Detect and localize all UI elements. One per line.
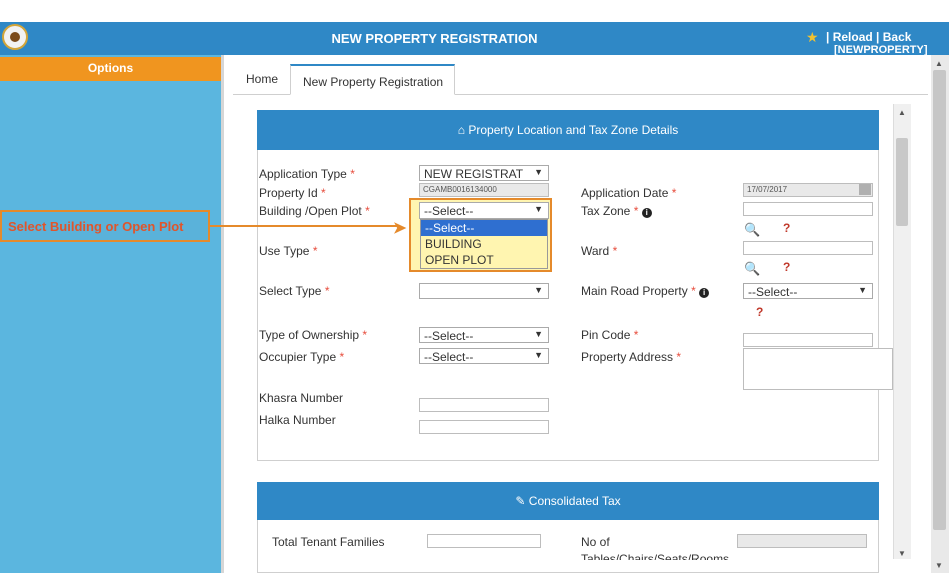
window-top-strip — [0, 0, 949, 22]
info-icon: i — [699, 288, 710, 298]
page-scroll-down-icon[interactable]: ▼ — [935, 561, 943, 570]
building-open-plot-options: --Select-- BUILDING OPEN PLOT — [420, 219, 548, 269]
chevron-down-icon: ▼ — [534, 329, 543, 339]
chevron-down-icon: ▼ — [534, 204, 543, 214]
sidebar-options-header[interactable]: Options — [0, 57, 221, 81]
tax-zone-field[interactable] — [743, 202, 873, 216]
tab-home[interactable]: Home — [246, 72, 278, 86]
total-tenant-families-field[interactable] — [427, 534, 541, 548]
tables-chairs-label: Tables/Chairs/Seats/Rooms — [581, 552, 730, 560]
select-type-label: Select Type * — [259, 284, 330, 298]
pin-code-label: Pin Code * — [581, 328, 639, 342]
type-of-ownership-label: Type of Ownership * — [259, 328, 368, 342]
application-date-label: Application Date * — [581, 186, 677, 200]
home-icon: ⌂ — [457, 123, 465, 137]
annotation-arrow-head-icon: ➤ — [393, 220, 407, 237]
property-address-label: Property Address * — [581, 350, 682, 364]
ward-field[interactable] — [743, 241, 873, 255]
sidebar — [0, 55, 221, 573]
building-open-plot-label: Building /Open Plot * — [259, 204, 370, 218]
ward-label: Ward * — [581, 244, 618, 258]
property-location-panel-header: ⌂ Property Location and Tax Zone Details — [257, 110, 879, 150]
no-of-field — [737, 534, 867, 548]
building-open-plot-select[interactable]: --Select-- ▼ — [419, 202, 549, 219]
use-type-label: Use Type * — [259, 244, 318, 258]
application-type-label: Application Type * — [259, 167, 355, 181]
halka-number-label: Halka Number — [259, 413, 336, 427]
chevron-down-icon: ▼ — [534, 350, 543, 360]
select-type-select[interactable]: ▼ — [419, 283, 549, 299]
tax-zone-label: Tax Zone * i — [581, 204, 652, 218]
option-building[interactable]: BUILDING — [421, 236, 547, 252]
chevron-down-icon: ▼ — [858, 285, 867, 295]
consolidated-tax-panel-header: ✎ Consolidated Tax — [257, 482, 879, 520]
header-sublink: [NEWPROPERTY] — [834, 44, 928, 55]
header-links[interactable]: | Reload | Back — [826, 30, 911, 44]
property-address-textarea[interactable] — [743, 348, 893, 390]
info-icon: i — [641, 208, 652, 218]
total-tenant-families-label: Total Tenant Families — [272, 535, 385, 549]
property-id-field: CGAMB0016134000 — [419, 183, 549, 197]
application-type-select[interactable]: NEW REGISTRAT ▼ — [419, 165, 549, 181]
option-open-plot[interactable]: OPEN PLOT — [421, 252, 547, 268]
tab-new-property-registration[interactable]: New Property Registration — [290, 64, 455, 95]
edit-icon: ✎ — [515, 494, 526, 508]
chevron-down-icon: ▼ — [534, 285, 543, 295]
main-road-property-label: Main Road Property * i — [581, 284, 710, 298]
occupier-type-label: Occupier Type * — [259, 350, 345, 364]
khasra-number-label: Khasra Number — [259, 391, 344, 405]
occupier-type-select[interactable]: --Select-- ▼ — [419, 348, 549, 364]
property-id-label: Property Id * — [259, 186, 326, 200]
form-scrollbar-thumb[interactable] — [896, 138, 908, 226]
chevron-down-icon: ▼ — [534, 167, 543, 177]
khasra-number-field[interactable] — [419, 398, 549, 412]
star-icon[interactable]: ★ — [806, 29, 819, 46]
no-of-label: No of — [581, 535, 610, 549]
search-icon[interactable]: 🔍 — [744, 261, 760, 277]
halka-number-field[interactable] — [419, 420, 549, 434]
form-scroll-up-icon[interactable]: ▲ — [898, 108, 906, 117]
annotation-callout: Select Building or Open Plot — [0, 210, 210, 242]
annotation-arrow-line — [210, 225, 400, 227]
help-icon[interactable]: ? — [756, 305, 763, 319]
pin-code-field[interactable] — [743, 333, 873, 347]
page-scroll-up-icon[interactable]: ▲ — [935, 59, 943, 68]
application-date-field[interactable]: 17/07/2017 — [743, 183, 873, 197]
form-scroll-down-icon[interactable]: ▼ — [898, 549, 906, 558]
search-icon[interactable]: 🔍 — [744, 222, 760, 238]
option-select[interactable]: --Select-- — [421, 220, 547, 236]
type-of-ownership-select[interactable]: --Select-- ▼ — [419, 327, 549, 343]
main-road-property-select[interactable]: --Select-- ▼ — [743, 283, 873, 299]
help-icon[interactable]: ? — [783, 221, 790, 235]
calendar-icon[interactable] — [859, 184, 871, 195]
page-scrollbar-thumb[interactable] — [933, 70, 946, 530]
help-icon[interactable]: ? — [783, 260, 790, 274]
